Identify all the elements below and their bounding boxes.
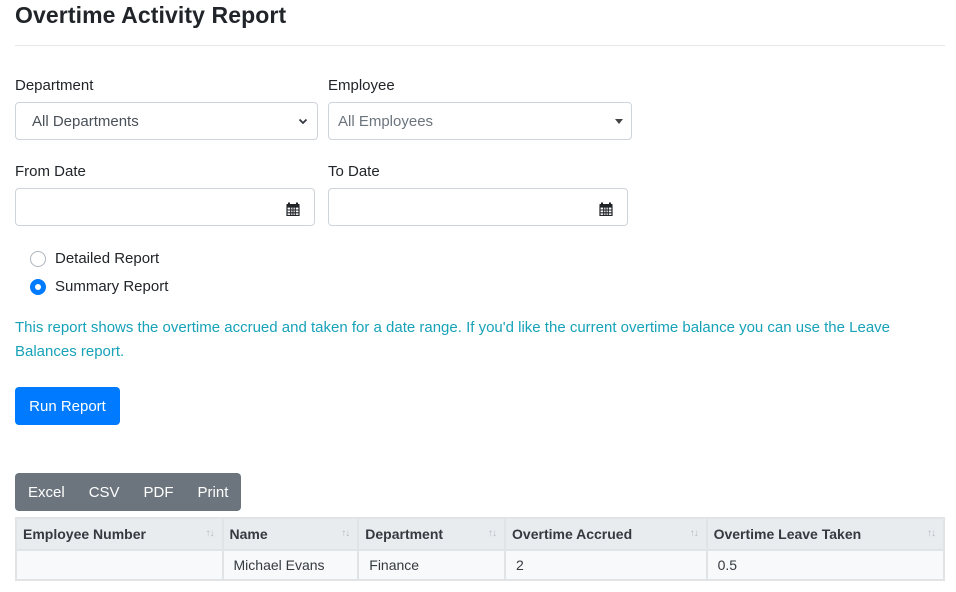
- title-divider: [15, 45, 945, 46]
- column-header-department[interactable]: Department ↑↓: [357, 517, 507, 551]
- to-date-label: To Date: [328, 163, 380, 180]
- cell-name: Michael Evans: [221, 549, 360, 581]
- employee-select[interactable]: All Employees: [328, 102, 632, 140]
- csv-button[interactable]: CSV: [77, 473, 132, 511]
- cell-department: Finance: [357, 549, 507, 581]
- detailed-report-option[interactable]: Detailed Report: [30, 250, 159, 267]
- column-header-overtime-accrued[interactable]: Overtime Accrued ↑↓: [504, 517, 708, 551]
- to-date-input[interactable]: [328, 188, 628, 226]
- export-button-group: Excel CSV PDF Print: [15, 473, 242, 511]
- cell-employee-number: [15, 549, 224, 581]
- report-table: Employee Number ↑↓ Name ↑↓ Department ↑↓ Ov…: [15, 517, 946, 581]
- detailed-report-label: Detailed Report: [55, 250, 160, 267]
- department-select[interactable]: All Departments: [15, 102, 318, 140]
- chevron-down-icon: [298, 118, 308, 125]
- caret-down-icon: [615, 119, 623, 124]
- info-text: This report shows the overtime accrued a…: [15, 319, 891, 360]
- sort-icon[interactable]: ↑↓: [206, 528, 215, 539]
- excel-button[interactable]: Excel: [16, 473, 77, 511]
- detailed-report-radio[interactable]: [30, 250, 46, 267]
- calendar-icon[interactable]: [599, 202, 613, 216]
- sort-icon[interactable]: ↑↓: [341, 528, 350, 539]
- table-header-row: Employee Number ↑↓ Name ↑↓ Department ↑↓ Ov…: [15, 517, 946, 551]
- summary-report-radio[interactable]: [30, 278, 46, 295]
- sort-icon[interactable]: ↑↓: [927, 528, 936, 539]
- from-date-label: From Date: [15, 163, 86, 180]
- page-title: Overtime Activity Report: [15, 2, 287, 28]
- employee-select-value: All Employees: [338, 112, 434, 130]
- department-select-value: All Departments: [32, 112, 139, 130]
- employee-label: Employee: [328, 77, 395, 94]
- cell-overtime-accrued: 2: [504, 549, 708, 581]
- summary-report-label: Summary Report: [55, 278, 169, 295]
- sort-icon[interactable]: ↑↓: [690, 528, 699, 539]
- column-header-name[interactable]: Name ↑↓: [221, 517, 360, 551]
- column-header-overtime-leave-taken[interactable]: Overtime Leave Taken ↑↓: [705, 517, 946, 551]
- cell-overtime-leave-taken: 0.5: [705, 549, 946, 581]
- pdf-button[interactable]: PDF: [132, 473, 186, 511]
- calendar-icon[interactable]: [286, 202, 300, 216]
- print-button[interactable]: Print: [186, 473, 241, 511]
- table-row: Michael Evans Finance 2 0.5: [15, 549, 946, 581]
- sort-icon[interactable]: ↑↓: [488, 528, 497, 539]
- from-date-input[interactable]: [15, 188, 315, 226]
- department-label: Department: [15, 77, 94, 94]
- summary-report-option[interactable]: Summary Report: [30, 278, 168, 295]
- column-header-employee-number[interactable]: Employee Number ↑↓: [15, 517, 224, 551]
- run-report-button[interactable]: Run Report: [15, 387, 120, 425]
